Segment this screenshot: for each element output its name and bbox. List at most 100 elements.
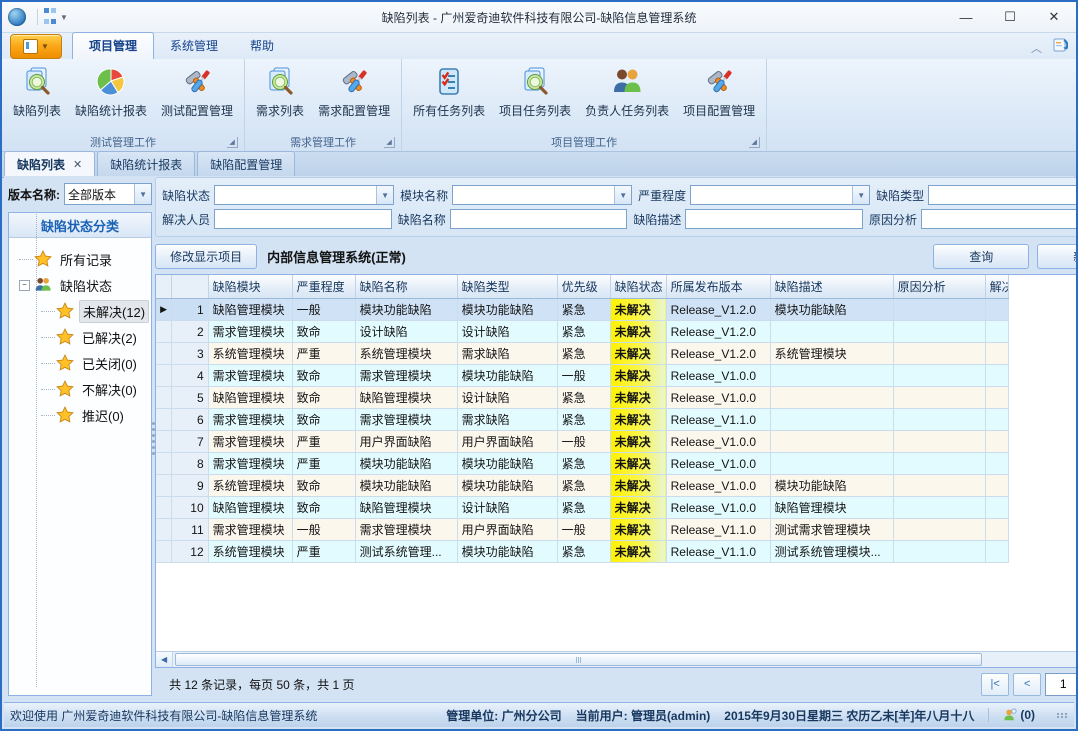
- column-header-缺陷描述[interactable]: 缺陷描述: [770, 275, 893, 299]
- column-header-缺陷名称[interactable]: 缺陷名称: [355, 275, 457, 299]
- ribbon-button-需求列表[interactable]: 需求列表: [249, 61, 311, 121]
- table-row[interactable]: 5缺陷管理模块致命缺陷管理模块设计缺陷紧急未解决Release_V1.0.0: [156, 387, 1008, 409]
- column-header-严重程度[interactable]: 严重程度: [292, 275, 355, 299]
- collapse-expander-icon[interactable]: −: [19, 280, 30, 291]
- close-tab-icon[interactable]: ✕: [73, 158, 82, 171]
- filter-input-原因分析[interactable]: [921, 209, 1078, 229]
- filter-input-缺陷描述[interactable]: [685, 209, 863, 229]
- row-selector-cell[interactable]: [156, 519, 171, 541]
- filter-text-input[interactable]: [451, 210, 627, 228]
- column-header-解决[interactable]: 解决: [985, 275, 1008, 299]
- application-menu-button[interactable]: ▼: [10, 34, 62, 59]
- column-header-缺陷状态[interactable]: 缺陷状态: [610, 275, 666, 299]
- table-row[interactable]: 11需求管理模块一般需求管理模块用户界面缺陷一般未解决Release_V1.1.…: [156, 519, 1008, 541]
- minimize-button[interactable]: —: [944, 4, 988, 30]
- filter-text-input[interactable]: [686, 210, 862, 228]
- column-header-原因分析[interactable]: 原因分析: [893, 275, 985, 299]
- tree-item-已关闭(0)[interactable]: 已关闭(0): [41, 350, 149, 376]
- row-selector-cell[interactable]: [156, 431, 171, 453]
- chevron-down-icon[interactable]: ▼: [852, 186, 869, 204]
- prev-page-button[interactable]: <: [1013, 673, 1041, 696]
- column-header-blank[interactable]: [156, 275, 171, 299]
- horizontal-scrollbar[interactable]: ◀ ▶: [156, 651, 1078, 667]
- column-header-blank[interactable]: [171, 275, 208, 299]
- filter-text-input[interactable]: [215, 210, 391, 228]
- row-selector-cell[interactable]: [156, 365, 171, 387]
- doc-tab-缺陷列表[interactable]: 缺陷列表✕: [4, 151, 95, 177]
- maximize-button[interactable]: ☐: [988, 4, 1032, 30]
- filter-input-解决人员[interactable]: [214, 209, 392, 229]
- modify-display-items-button[interactable]: 修改显示项目: [155, 244, 257, 269]
- column-header-缺陷类型[interactable]: 缺陷类型: [457, 275, 557, 299]
- column-header-缺陷模块[interactable]: 缺陷模块: [208, 275, 292, 299]
- resize-grip[interactable]: [1057, 713, 1068, 718]
- filter-select-严重程度[interactable]: ▼: [690, 185, 870, 205]
- row-selector-cell[interactable]: [156, 321, 171, 343]
- ribbon-button-项目配置管理[interactable]: 项目配置管理: [676, 61, 762, 121]
- dialog-launcher-icon[interactable]: ◢: [749, 137, 760, 148]
- tree-item-不解决(0)[interactable]: 不解决(0): [41, 376, 149, 402]
- row-selector-cell[interactable]: [156, 343, 171, 365]
- ribbon-button-缺陷列表[interactable]: 缺陷列表: [6, 61, 68, 121]
- row-selector-cell[interactable]: [156, 497, 171, 519]
- ribbon-button-需求配置管理[interactable]: 需求配置管理: [311, 61, 397, 121]
- online-users[interactable]: (0): [1003, 708, 1035, 722]
- filter-text-input[interactable]: [453, 186, 614, 204]
- ribbon-tab-系统管理[interactable]: 系统管理: [154, 33, 234, 59]
- first-page-button[interactable]: |<: [981, 673, 1009, 696]
- version-select[interactable]: 全部版本 ▼: [64, 183, 152, 205]
- row-selector-cell[interactable]: [156, 387, 171, 409]
- ribbon-button-项目任务列表[interactable]: 项目任务列表: [492, 61, 578, 121]
- row-selector-cell[interactable]: [156, 541, 171, 563]
- doc-tab-缺陷统计报表[interactable]: 缺陷统计报表: [97, 151, 195, 177]
- filter-select-缺陷类型[interactable]: ▼: [928, 185, 1078, 205]
- action-button-新建[interactable]: 新建: [1037, 244, 1078, 269]
- tree-item-所有记录[interactable]: 所有记录: [19, 246, 149, 272]
- help-about-icon[interactable]: [1052, 37, 1068, 58]
- filter-select-缺陷状态[interactable]: ▼: [214, 185, 394, 205]
- ribbon-tab-帮助[interactable]: 帮助: [234, 33, 290, 59]
- tree-item-缺陷状态[interactable]: −缺陷状态: [19, 272, 149, 298]
- filter-select-模块名称[interactable]: ▼: [452, 185, 632, 205]
- table-row[interactable]: 6需求管理模块致命需求管理模块需求缺陷紧急未解决Release_V1.1.0: [156, 409, 1008, 431]
- filter-text-input[interactable]: [691, 186, 852, 204]
- dialog-launcher-icon[interactable]: ◢: [227, 137, 238, 148]
- table-row[interactable]: 8需求管理模块严重模块功能缺陷模块功能缺陷紧急未解决Release_V1.0.0: [156, 453, 1008, 475]
- ribbon-button-缺陷统计报表[interactable]: 缺陷统计报表: [68, 61, 154, 121]
- row-selector-cell[interactable]: [156, 453, 171, 475]
- scroll-left-icon[interactable]: ◀: [156, 652, 173, 667]
- chevron-down-icon[interactable]: ▼: [614, 186, 631, 204]
- table-row[interactable]: 10缺陷管理模块致命缺陷管理模块设计缺陷紧急未解决Release_V1.0.0缺…: [156, 497, 1008, 519]
- table-row[interactable]: 9系统管理模块致命模块功能缺陷模块功能缺陷紧急未解决Release_V1.0.0…: [156, 475, 1008, 497]
- chevron-down-icon[interactable]: ▼: [376, 186, 393, 204]
- column-header-所属发布版本[interactable]: 所属发布版本: [666, 275, 770, 299]
- table-row[interactable]: 12系统管理模块严重测试系统管理...模块功能缺陷紧急未解决Release_V1…: [156, 541, 1008, 563]
- doc-tab-缺陷配置管理[interactable]: 缺陷配置管理: [197, 151, 295, 177]
- filter-text-input[interactable]: [215, 186, 376, 204]
- ribbon-button-测试配置管理[interactable]: 测试配置管理: [154, 61, 240, 121]
- filter-text-input[interactable]: [929, 186, 1078, 204]
- tree-item-未解决(12)[interactable]: 未解决(12): [41, 298, 149, 324]
- dialog-launcher-icon[interactable]: ◢: [384, 137, 395, 148]
- ribbon-tab-项目管理[interactable]: 项目管理: [72, 32, 154, 59]
- row-selector-cell[interactable]: [156, 409, 171, 431]
- close-button[interactable]: ✕: [1032, 4, 1076, 30]
- table-row[interactable]: 3系统管理模块严重系统管理模块需求缺陷紧急未解决Release_V1.2.0系统…: [156, 343, 1008, 365]
- action-button-查询[interactable]: 查询: [933, 244, 1029, 269]
- chevron-down-icon[interactable]: ▼: [134, 184, 151, 204]
- table-row[interactable]: 4需求管理模块致命需求管理模块模块功能缺陷一般未解决Release_V1.0.0: [156, 365, 1008, 387]
- table-row[interactable]: 2需求管理模块致命设计缺陷设计缺陷紧急未解决Release_V1.2.0: [156, 321, 1008, 343]
- filter-input-缺陷名称[interactable]: [450, 209, 628, 229]
- filter-text-input[interactable]: [922, 210, 1078, 228]
- column-header-优先级[interactable]: 优先级: [557, 275, 610, 299]
- tree-item-已解决(2)[interactable]: 已解决(2): [41, 324, 149, 350]
- scrollbar-thumb[interactable]: [175, 653, 982, 666]
- ribbon-button-所有任务列表[interactable]: 所有任务列表: [406, 61, 492, 121]
- table-row[interactable]: ▶1缺陷管理模块一般模块功能缺陷模块功能缺陷紧急未解决Release_V1.2.…: [156, 299, 1008, 321]
- table-row[interactable]: 7需求管理模块严重用户界面缺陷用户界面缺陷一般未解决Release_V1.0.0: [156, 431, 1008, 453]
- row-selector-cell[interactable]: [156, 475, 171, 497]
- tree-item-推迟(0)[interactable]: 推迟(0): [41, 402, 149, 428]
- page-number-input[interactable]: [1045, 673, 1078, 696]
- ribbon-button-负责人任务列表[interactable]: 负责人任务列表: [578, 61, 676, 121]
- row-selector-cell[interactable]: ▶: [156, 299, 171, 321]
